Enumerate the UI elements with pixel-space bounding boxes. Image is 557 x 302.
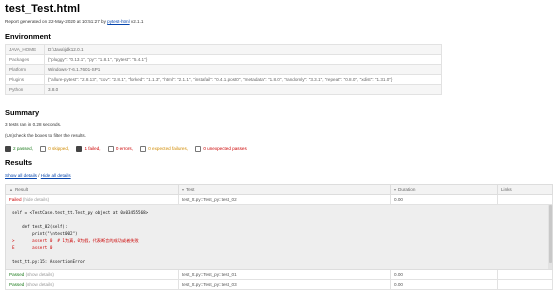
- environment-table: JAVA_HOME D:\Java\jdk12.0.1 Packages {"p…: [5, 44, 442, 95]
- env-row: Platform Windows-7-6.1.7601-SP1: [5, 64, 442, 75]
- duration-cell: 0.00: [390, 279, 498, 290]
- log-cell: self = <TestCase.test_tt.Test_py object …: [5, 204, 553, 270]
- filter-errors[interactable]: 0 errors,: [107, 146, 133, 152]
- sort-icon: ▾: [394, 187, 397, 192]
- checkbox-icon[interactable]: [140, 146, 147, 152]
- summary-ran-text: 3 tests ran in 0.28 seconds.: [5, 122, 62, 127]
- status-passed: Passed: [9, 282, 25, 287]
- log-line: self = <TestCase.test_tt.Test_py object …: [12, 210, 149, 215]
- duration-cell: 0.00: [390, 269, 498, 280]
- results-header-row: ▲ Result ▾ Test ▾ Duration Links: [5, 184, 553, 195]
- checkbox-icon[interactable]: [76, 146, 83, 152]
- generated-version: v2.1.1: [130, 19, 144, 24]
- column-header-links: Links: [497, 184, 553, 195]
- sort-icon: ▾: [182, 187, 185, 192]
- environment-heading: Environment: [5, 32, 51, 41]
- column-header-duration[interactable]: ▾ Duration: [390, 184, 498, 195]
- log-line-error: E assert 0: [12, 245, 53, 250]
- log-line: def test_02(self):: [12, 224, 68, 229]
- env-value: 3.8.0: [44, 84, 442, 95]
- env-key: JAVA_HOME: [5, 44, 45, 55]
- test-name-cell: test_tt.py::Test_py::test_03: [178, 279, 391, 290]
- table-row[interactable]: Passed (show details) test_tt.py::Test_p…: [5, 269, 553, 280]
- log-row: self = <TestCase.test_tt.Test_py object …: [5, 204, 553, 270]
- status-passed: Passed: [9, 272, 25, 277]
- filter-skipped[interactable]: 0 skipped,: [40, 146, 69, 152]
- hide-all-details-link[interactable]: Hide all details: [41, 173, 71, 178]
- status-failed: Failed: [9, 197, 22, 202]
- log-scrollbar[interactable]: [548, 205, 552, 269]
- env-row: Python 3.8.0: [5, 84, 442, 95]
- env-key: Packages: [5, 54, 45, 65]
- sort-ascending-icon: ▲: [9, 187, 13, 192]
- result-cell: Passed (show details): [5, 269, 179, 280]
- separator: /: [38, 173, 40, 178]
- filter-hint-text: (Un)check the boxes to filter the result…: [5, 133, 86, 138]
- links-cell: [497, 194, 553, 205]
- test-name-cell: test_tt.py::Test_py::test_01: [178, 269, 391, 280]
- page-title: test_Test.html: [5, 3, 81, 15]
- test-name-cell: test_tt.py::Test_py::test_02: [178, 194, 391, 205]
- env-value: {"pluggy": "0.13.1", "py": "1.8.1", "pyt…: [44, 54, 442, 65]
- log-line: test_tt.py:15: AssertionError: [12, 259, 86, 264]
- pytest-html-link[interactable]: pytest-html: [107, 19, 129, 24]
- result-cell: Passed (show details): [5, 279, 179, 290]
- show-all-details-link[interactable]: Show all details: [5, 173, 37, 178]
- links-cell: [497, 279, 553, 290]
- summary-heading: Summary: [5, 108, 40, 117]
- env-value: {"allure-pytest": "2.8.13", "cov": "2.8.…: [44, 74, 442, 85]
- details-toggle-links: Show all details / Hide all details: [5, 173, 71, 178]
- result-filters: 2 passed, 0 skipped, 1 failed, 0 errors,…: [5, 146, 253, 152]
- checkbox-icon[interactable]: [40, 146, 47, 152]
- results-heading: Results: [5, 158, 33, 167]
- filter-xfailed[interactable]: 0 expected failures,: [140, 146, 188, 152]
- scrollbar-thumb[interactable]: [548, 205, 552, 263]
- log-line-error: > assert 0 # 1为真，0为假，代表断言的成功或者失败: [12, 238, 139, 243]
- filter-passed[interactable]: 2 passed,: [5, 146, 33, 152]
- generated-line: Report generated on 22-May-2020 at 10:51…: [5, 19, 143, 24]
- log-output: self = <TestCase.test_tt.Test_py object …: [6, 205, 552, 269]
- env-key: Plugins: [5, 74, 45, 85]
- env-row: Packages {"pluggy": "0.13.1", "py": "1.8…: [5, 54, 442, 65]
- env-row: Plugins {"allure-pytest": "2.8.13", "cov…: [5, 74, 442, 85]
- generated-text: Report generated on 22-May-2020 at 10:51…: [5, 19, 106, 24]
- results-table: ▲ Result ▾ Test ▾ Duration Links Failed (hi…: [5, 184, 553, 290]
- duration-cell: 0.00: [390, 194, 498, 205]
- env-value: Windows-7-6.1.7601-SP1: [44, 64, 442, 75]
- filter-failed[interactable]: 1 failed,: [76, 146, 101, 152]
- table-row[interactable]: Passed (show details) test_tt.py::Test_p…: [5, 279, 553, 290]
- toggle-details-link[interactable]: (show details): [26, 282, 54, 287]
- column-header-test[interactable]: ▾ Test: [178, 184, 391, 195]
- checkbox-icon[interactable]: [107, 146, 114, 152]
- log-line: print("\ntest002"): [12, 231, 78, 236]
- column-header-result[interactable]: ▲ Result: [5, 184, 179, 195]
- env-key: Platform: [5, 64, 45, 75]
- result-cell: Failed (hide details): [5, 194, 179, 205]
- toggle-details-link[interactable]: (hide details): [23, 197, 49, 202]
- env-row: JAVA_HOME D:\Java\jdk12.0.1: [5, 44, 442, 55]
- table-row[interactable]: Failed (hide details) test_tt.py::Test_p…: [5, 194, 553, 205]
- env-key: Python: [5, 84, 45, 95]
- toggle-details-link[interactable]: (show details): [26, 272, 54, 277]
- checkbox-icon[interactable]: [195, 146, 202, 152]
- env-value: D:\Java\jdk12.0.1: [44, 44, 442, 55]
- checkbox-icon[interactable]: [5, 146, 11, 152]
- links-cell: [497, 269, 553, 280]
- filter-xpassed[interactable]: 0 unexpected passes: [195, 146, 247, 152]
